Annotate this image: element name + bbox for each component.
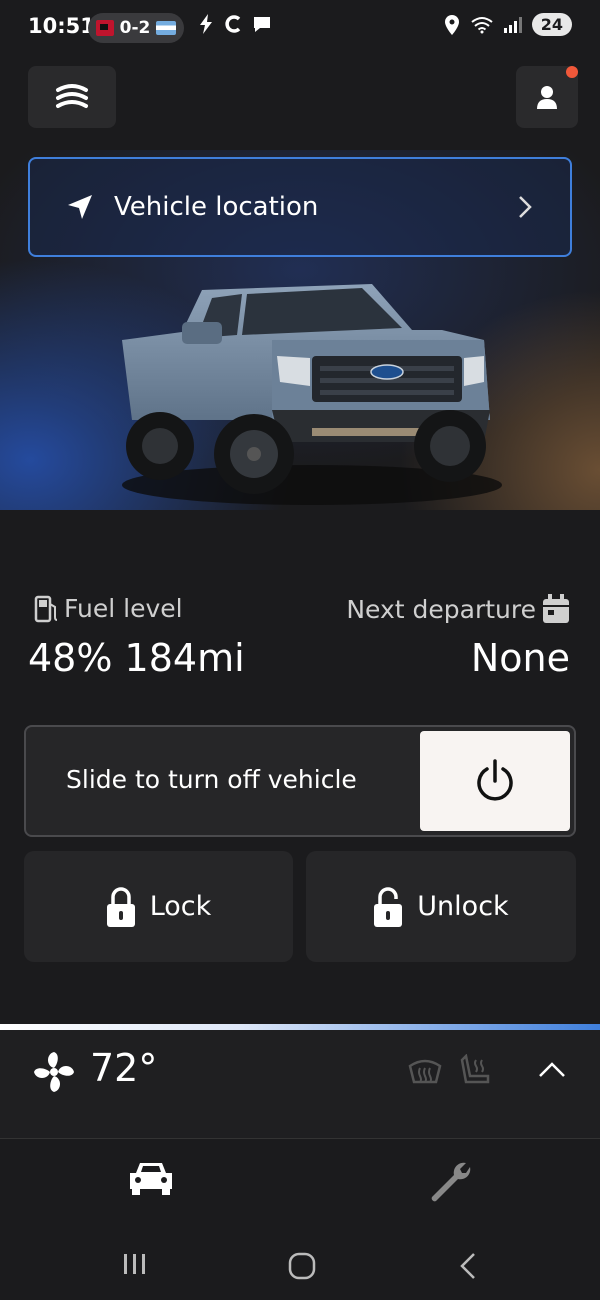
chat-bubble-icon	[254, 17, 270, 32]
unlock-label: Unlock	[417, 891, 509, 922]
wifi-icon	[471, 16, 493, 33]
status-time: 10:51	[28, 14, 95, 38]
bottom-navigation	[0, 1139, 600, 1231]
fuel-level-label: Fuel level	[34, 594, 183, 623]
vehicle-stack-icon	[56, 84, 88, 108]
bolt-icon	[200, 14, 212, 34]
back-icon[interactable]	[458, 1252, 478, 1280]
status-notification-icons	[198, 14, 272, 34]
calendar-icon	[543, 594, 569, 623]
slider-handle[interactable]	[420, 731, 570, 831]
signal-icon	[503, 16, 522, 33]
chevron-up-icon[interactable]	[538, 1060, 566, 1078]
vehicle-image	[122, 284, 502, 505]
fan-icon[interactable]	[32, 1050, 76, 1094]
lock-label: Lock	[149, 891, 212, 922]
person-icon	[537, 86, 557, 109]
live-score-pill[interactable]: 0-2	[88, 13, 184, 43]
vehicle-menu-button[interactable]	[28, 66, 116, 128]
lock-button[interactable]: Lock	[24, 851, 293, 962]
notification-dot	[566, 66, 578, 78]
location-pin-icon	[444, 14, 459, 35]
fuel-pump-icon	[34, 595, 58, 622]
battery-indicator: 24	[531, 13, 572, 36]
navigation-arrow-icon	[68, 195, 92, 219]
lock-icon	[106, 886, 135, 927]
chevron-right-icon	[519, 196, 532, 218]
vehicle-location-button[interactable]: Vehicle location	[28, 157, 572, 257]
fuel-level-value: 48% 184mi	[28, 636, 245, 680]
argentina-flag-icon	[156, 21, 177, 35]
wrench-icon[interactable]	[428, 1161, 474, 1207]
power-icon	[477, 759, 513, 801]
remote-start-slider[interactable]: Slide to turn off vehicle	[24, 725, 576, 837]
score-text: 0-2	[119, 18, 151, 38]
slide-label: Slide to turn off vehicle	[66, 765, 357, 794]
temperature-value[interactable]: 72°	[90, 1046, 157, 1090]
vehicle-location-label: Vehicle location	[114, 192, 319, 222]
car-icon[interactable]	[128, 1161, 174, 1197]
departure-label-text: Next departure	[346, 594, 536, 624]
c-app-icon	[225, 15, 241, 33]
system-navigation-bar	[0, 1232, 600, 1300]
heated-seat-icon[interactable]	[460, 1054, 492, 1086]
next-departure-label[interactable]: Next departure	[346, 594, 570, 624]
next-departure-value: None	[470, 636, 570, 680]
recent-apps-icon[interactable]	[122, 1252, 148, 1276]
status-right-icons: 24	[444, 13, 572, 36]
unlock-button[interactable]: Unlock	[306, 851, 576, 962]
angola-flag-icon	[95, 20, 114, 36]
defrost-icon[interactable]	[408, 1058, 442, 1084]
fuel-label-text: Fuel level	[64, 594, 183, 623]
home-icon[interactable]	[288, 1252, 316, 1280]
unlock-icon	[374, 886, 403, 927]
